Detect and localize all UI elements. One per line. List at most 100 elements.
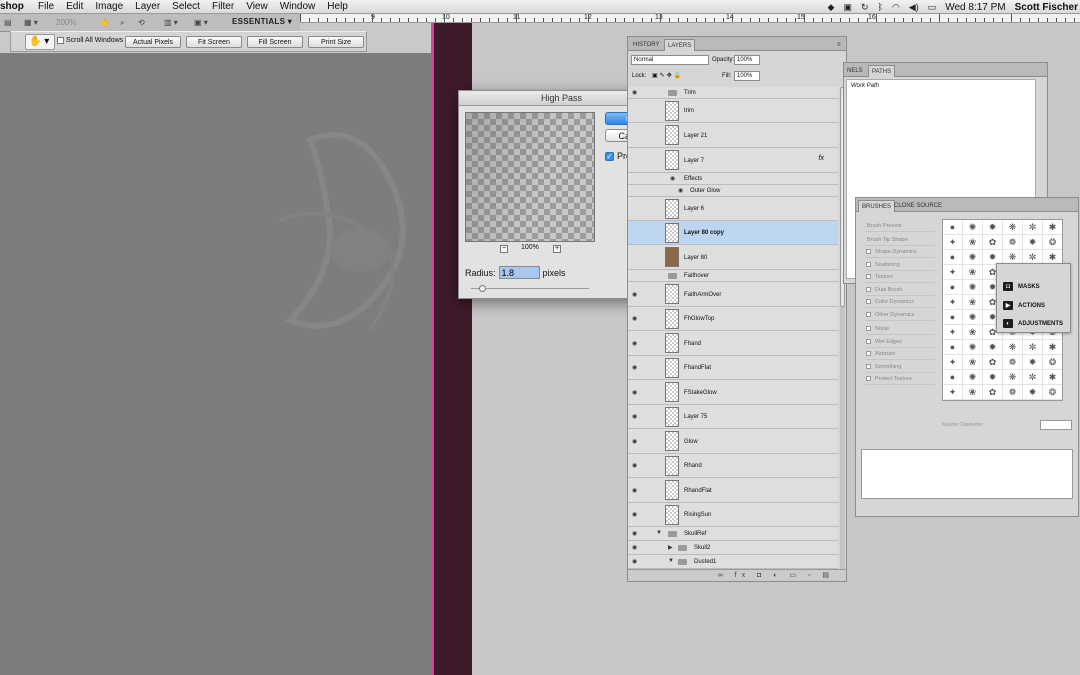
brush-tip-cell[interactable]: ❀ — [963, 385, 983, 400]
visibility-eye-icon[interactable]: ◉ — [632, 340, 637, 347]
menu-help[interactable]: Help — [321, 0, 354, 13]
effect-eye-icon[interactable]: ◉ — [678, 187, 683, 194]
layer-group-row[interactable]: ◉ ▼ SkullRef — [628, 527, 838, 541]
zoom-out-button[interactable]: − — [500, 245, 508, 253]
brush-tip-cell[interactable]: ✼ — [1023, 220, 1043, 235]
brush-tip-cell[interactable]: ❂ — [1043, 385, 1062, 400]
bluetooth-icon[interactable]: ᛒ — [878, 2, 883, 12]
visibility-eye-icon[interactable]: ◉ — [632, 315, 637, 322]
brush-tip-cell[interactable]: ✦ — [943, 295, 963, 310]
arrange-icon[interactable]: ▥ ▾ — [164, 17, 178, 29]
lock-icons[interactable]: ▣✎✥🔒 — [652, 71, 683, 81]
layer-group-row[interactable]: ◉ ▶ Skull2 — [628, 541, 838, 555]
hand-icon[interactable]: ✋ — [100, 17, 110, 29]
visibility-eye-icon[interactable]: ◉ — [632, 291, 637, 298]
volume-icon[interactable]: ◀) — [909, 2, 919, 13]
brush-tip-cell[interactable]: ✹ — [983, 220, 1003, 235]
brush-tip-cell[interactable]: ✿ — [983, 235, 1003, 250]
tab-channels[interactable]: NELS — [844, 65, 866, 77]
filter-preview[interactable] — [465, 112, 595, 242]
layers-footer-buttons[interactable]: ∞ fx ◘ ◐ ▭ ▫ ▤ — [628, 569, 846, 581]
scroll-all-windows-checkbox[interactable]: Scroll All Windows — [57, 37, 123, 44]
layer-row[interactable]: ◉ RhandFlat — [628, 478, 838, 503]
brush-tip-cell[interactable]: ✦ — [943, 235, 963, 250]
layer-row[interactable]: ◉ FaithArmOver — [628, 282, 838, 307]
layer-group-row[interactable]: Faithover — [628, 270, 838, 282]
opacity-input[interactable]: 100% — [734, 55, 760, 65]
menu-view[interactable]: View — [240, 0, 274, 13]
visibility-eye-icon[interactable]: ◉ — [632, 487, 637, 494]
sync-icon[interactable]: ↻ — [861, 2, 869, 13]
brush-tip-shape[interactable]: Brush Tip Shape — [865, 234, 935, 246]
brush-tip-cell[interactable]: ✱ — [1043, 220, 1062, 235]
radius-slider-thumb[interactable] — [479, 285, 486, 292]
horizontal-ruler[interactable]: 9 10 11 12 13 14 15 16 — [300, 14, 1080, 23]
brush-tip-cell[interactable]: ✹ — [983, 340, 1003, 355]
dropbox-icon[interactable]: ◆ — [828, 2, 835, 13]
expand-arrow-icon[interactable]: ▼ — [668, 558, 674, 564]
visibility-eye-icon[interactable]: ◉ — [632, 438, 637, 445]
tab-brushes[interactable]: BRUSHES — [858, 200, 896, 212]
fit-screen-button[interactable]: Fit Screen — [186, 36, 242, 48]
menu-layer[interactable]: Layer — [129, 0, 166, 13]
actual-pixels-button[interactable]: Actual Pixels — [125, 36, 181, 48]
status-icon[interactable]: ▣ — [843, 2, 852, 13]
wifi-icon[interactable]: ◠ — [892, 2, 900, 13]
brush-tip-cell[interactable]: ✺ — [963, 280, 983, 295]
brush-tip-cell[interactable]: ❀ — [963, 355, 983, 370]
visibility-eye-icon[interactable]: ◉ — [632, 511, 637, 518]
layer-row[interactable]: ◉ Glow — [628, 429, 838, 454]
layer-row[interactable]: ◉ Trim — [628, 87, 838, 99]
brush-tip-cell[interactable]: ✦ — [943, 385, 963, 400]
brush-tip-cell[interactable]: ✿ — [983, 385, 1003, 400]
brush-option-row[interactable]: Dual Brush — [865, 284, 935, 296]
effects-eye-icon[interactable]: ◉ — [670, 175, 675, 182]
brush-tip-cell[interactable]: ✦ — [943, 355, 963, 370]
visibility-eye-icon[interactable]: ◉ — [632, 558, 637, 565]
brush-tip-cell[interactable]: ✸ — [1023, 385, 1043, 400]
master-diameter-input[interactable] — [1040, 420, 1072, 430]
layer-row[interactable]: Layer 7 fx — [628, 148, 838, 173]
brush-option-row[interactable]: Noise — [865, 323, 935, 335]
brush-option-row[interactable]: Shape Dynamics — [865, 246, 935, 258]
app-menu[interactable]: shop — [0, 0, 24, 13]
layer-group-row[interactable]: ◉ ▼ Dusted1 — [628, 555, 838, 569]
adjustments-button[interactable]: ◐ ADJUSTMENTS — [1003, 319, 1063, 328]
tab-paths[interactable]: PATHS — [868, 65, 896, 77]
layer-effects-icon[interactable]: fx — [819, 155, 824, 162]
brush-option-row[interactable]: Protect Texture — [865, 373, 935, 385]
menu-filter[interactable]: Filter — [206, 0, 240, 13]
menubar-user[interactable]: Scott Fischer — [1015, 2, 1078, 13]
menu-edit[interactable]: Edit — [60, 0, 89, 13]
masks-button[interactable]: ◘ MASKS — [1003, 282, 1040, 291]
brush-tip-cell[interactable]: ✺ — [963, 370, 983, 385]
brush-tip-cell[interactable]: ❀ — [963, 325, 983, 340]
menu-select[interactable]: Select — [166, 0, 206, 13]
brush-tip-cell[interactable]: ● — [943, 340, 963, 355]
zoom-icon[interactable]: ⌕ — [120, 17, 124, 29]
menu-image[interactable]: Image — [89, 0, 129, 13]
brush-tip-cell[interactable]: ● — [943, 310, 963, 325]
brush-option-row[interactable]: Scattering — [865, 259, 935, 271]
actions-button[interactable]: ▶ ACTIONS — [1003, 301, 1045, 310]
tab-history[interactable]: HISTORY — [630, 39, 662, 51]
brush-tip-cell[interactable]: ● — [943, 370, 963, 385]
brush-tip-cell[interactable]: ❋ — [1003, 220, 1023, 235]
brush-option-row[interactable]: Airbrush — [865, 348, 935, 360]
radius-input[interactable] — [498, 266, 540, 279]
visibility-eye-icon[interactable]: ◉ — [632, 89, 637, 96]
panel-menu-icon[interactable]: ≡ — [834, 39, 844, 51]
brush-tip-cell[interactable]: ✺ — [963, 250, 983, 265]
brush-presets-button[interactable]: Brush Presets — [865, 220, 935, 232]
brush-tip-cell[interactable]: ✺ — [963, 340, 983, 355]
layer-row[interactable]: trim — [628, 99, 838, 123]
print-size-button[interactable]: Print Size — [308, 36, 364, 48]
tab-layers[interactable]: LAYERS — [664, 39, 696, 51]
visibility-eye-icon[interactable]: ◉ — [632, 462, 637, 469]
menubar-clock[interactable]: Wed 8:17 PM — [945, 2, 1005, 13]
rotate-icon[interactable]: ⟲ — [138, 17, 145, 29]
layer-row[interactable]: ◉ FStakeGlow — [628, 380, 838, 405]
zoom-in-button[interactable]: + — [553, 245, 561, 253]
brush-tip-cell[interactable]: ❁ — [1003, 235, 1023, 250]
effects-row[interactable]: ◉ Effects — [628, 173, 838, 185]
